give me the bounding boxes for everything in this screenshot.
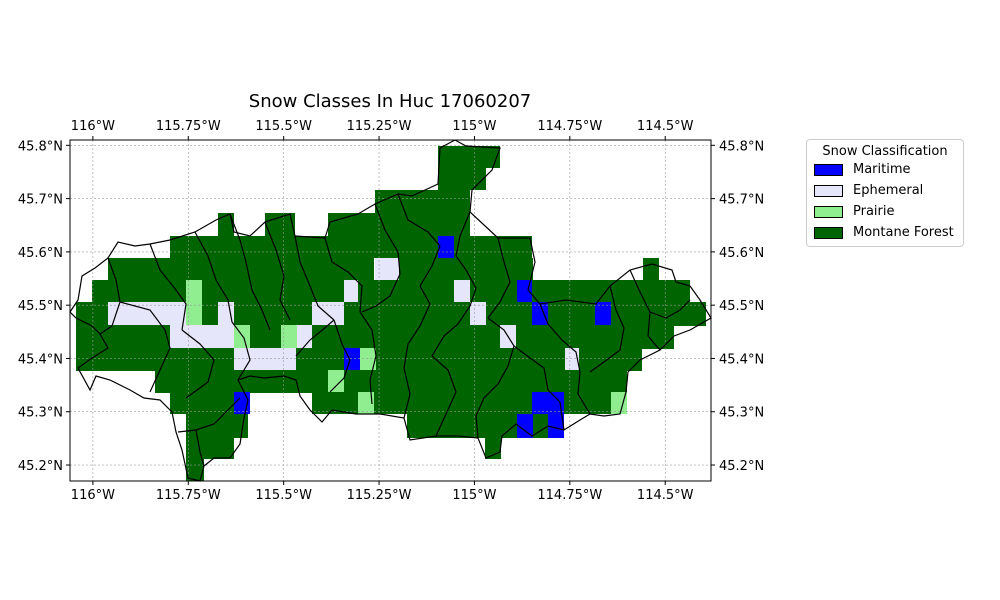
snow-class-grid — [76, 146, 706, 481]
legend: Snow Classification Maritime Ephemeral P… — [806, 139, 964, 247]
lon-tick-label-bottom: 114.5°W — [637, 488, 694, 503]
legend-label: Montane Forest — [853, 225, 954, 240]
lon-tick-label-bottom: 115.75°W — [156, 488, 221, 503]
legend-label: Ephemeral — [853, 183, 924, 198]
lon-tick-label-bottom: 115.5°W — [255, 488, 312, 503]
snow-class-cell — [92, 280, 358, 302]
snow-class-cell — [643, 258, 659, 280]
lat-tick-label-left: 45.3°N — [18, 406, 63, 421]
lat-tick-label-left: 45.4°N — [18, 352, 63, 367]
snow-class-cell — [344, 280, 358, 302]
lon-tick-label-top: 115.5°W — [255, 119, 312, 134]
snow-class-cell — [438, 146, 500, 168]
lat-tick-label-right: 45.2°N — [719, 459, 764, 474]
snow-class-cell — [170, 236, 470, 258]
snow-class-cell — [438, 168, 486, 190]
map-plot: 116°W 116°W 115.75°W 115.75°W 115.5°W 115.5°W… — [18, 119, 764, 503]
lon-tick-label-bottom: 115°W — [452, 488, 496, 503]
lon-tick-label-top: 114.5°W — [637, 119, 694, 134]
legend-label: Prairie — [853, 204, 895, 219]
lat-tick-label-right: 45.5°N — [719, 299, 764, 314]
snow-class-cell — [358, 280, 623, 302]
lat-tick-label-right: 45.7°N — [719, 193, 764, 208]
legend-item-ephemeral: Ephemeral — [814, 180, 963, 201]
lon-tick-label-bottom: 114.75°W — [537, 488, 602, 503]
snow-class-cell — [470, 302, 486, 326]
snow-class-cell — [438, 236, 454, 258]
snow-class-cell — [108, 302, 186, 326]
lat-tick-label-left: 45.5°N — [18, 299, 63, 314]
lat-tick-label-left: 45.7°N — [18, 193, 63, 208]
snow-class-cell — [485, 437, 501, 459]
snow-class-cell — [454, 280, 470, 302]
snow-class-cell — [375, 258, 399, 280]
lat-tick-label-right: 45.8°N — [719, 139, 764, 154]
snow-class-cell — [595, 302, 611, 326]
snow-class-cell — [375, 190, 470, 214]
lat-tick-label-right: 45.3°N — [719, 406, 764, 421]
snow-class-cell — [328, 370, 344, 393]
snow-class-cell — [155, 370, 627, 393]
snow-class-cell — [186, 437, 234, 459]
lon-tick-label-top: 115.75°W — [156, 119, 221, 134]
lat-tick-label-left: 45.6°N — [18, 246, 63, 261]
lon-tick-label-top: 114.75°W — [537, 119, 602, 134]
snow-class-cell — [76, 325, 674, 349]
snow-class-cell — [344, 348, 360, 371]
lon-tick-label-bottom: 116°W — [71, 488, 115, 503]
snow-class-cell — [470, 236, 532, 258]
snow-class-cell — [532, 392, 564, 414]
lat-tick-label-left: 45.8°N — [18, 139, 63, 154]
snow-class-cell — [611, 280, 690, 302]
snow-class-cell — [186, 414, 248, 438]
lat-tick-label-left: 45.2°N — [18, 459, 63, 474]
snow-class-cell — [108, 258, 374, 280]
snow-class-cell — [407, 414, 564, 438]
lat-tick-label-right: 45.6°N — [719, 246, 764, 261]
lon-tick-label-top: 116°W — [71, 119, 115, 134]
lon-tick-label-top: 115.25°W — [347, 119, 412, 134]
snow-class-cell — [234, 348, 296, 371]
legend-swatch-ephemeral — [814, 184, 843, 197]
legend-label: Maritime — [853, 162, 911, 177]
snow-class-cell — [186, 280, 202, 302]
lon-tick-label-bottom: 115.25°W — [347, 488, 412, 503]
lat-tick-label-right: 45.4°N — [719, 352, 764, 367]
legend-item-prairie: Prairie — [814, 201, 963, 222]
legend-swatch-maritime — [814, 163, 843, 176]
lon-tick-label-top: 115°W — [452, 119, 496, 134]
legend-title: Snow Classification — [822, 144, 948, 159]
snow-class-cell — [296, 325, 312, 349]
legend-swatch-prairie — [814, 205, 843, 218]
legend-swatch-montane-forest — [814, 226, 843, 239]
legend-item-maritime: Maritime — [814, 159, 963, 180]
legend-item-montane-forest: Montane Forest — [814, 222, 963, 243]
